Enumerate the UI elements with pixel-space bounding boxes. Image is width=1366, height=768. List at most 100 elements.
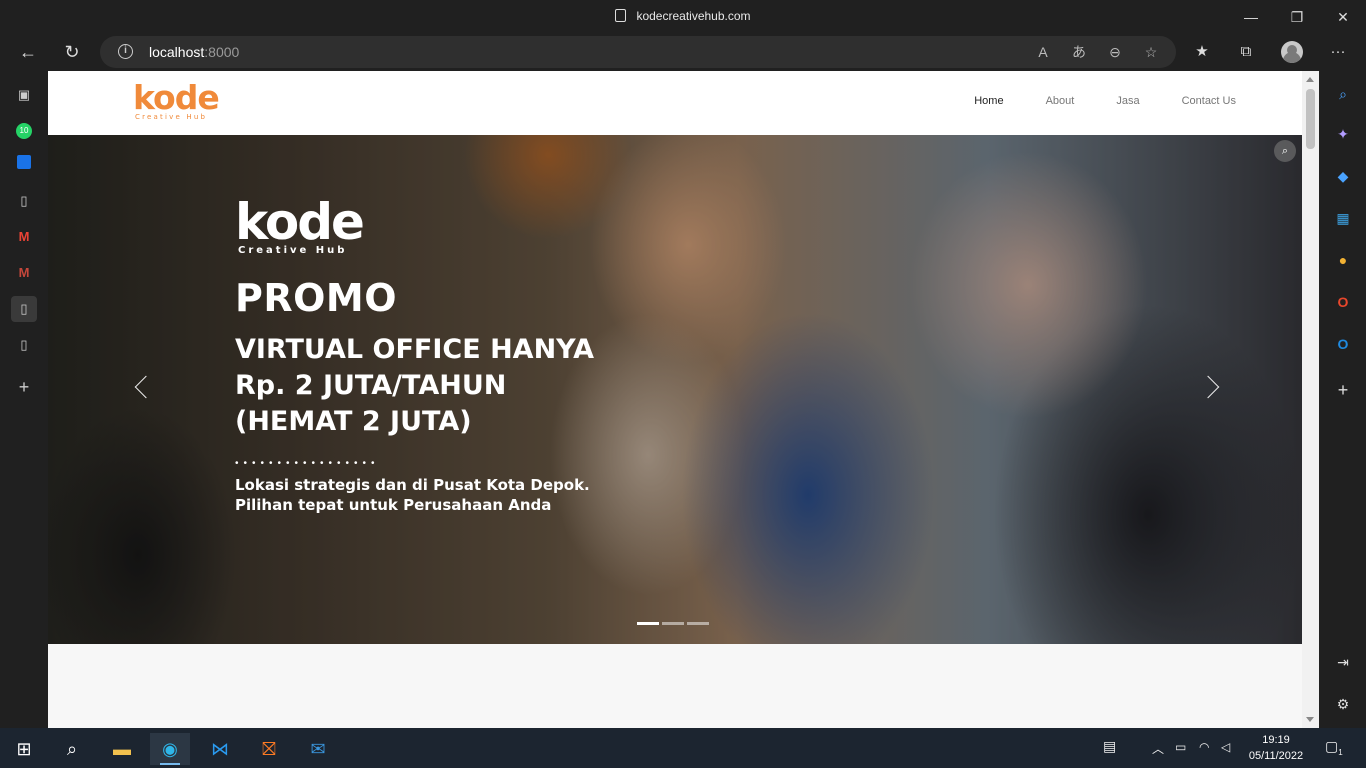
translate-icon[interactable]: あ — [1068, 42, 1090, 62]
nav-contact[interactable]: Contact Us — [1182, 95, 1236, 107]
maximize-button[interactable]: ❐ — [1274, 6, 1320, 28]
carousel-indicator-1[interactable] — [637, 622, 659, 625]
news-widget-icon[interactable]: ▤ — [1103, 738, 1116, 755]
add-sidebar-app-icon[interactable]: + — [1331, 378, 1355, 402]
search-icon[interactable]: ⌕ — [1331, 82, 1355, 106]
nav-home[interactable]: Home — [974, 95, 1003, 107]
vertical-tabs-bar: ▣ 10 ▯ M M ▯ ▯ + — [0, 70, 47, 728]
scroll-thumb[interactable] — [1306, 89, 1315, 149]
back-button[interactable]: ← — [14, 39, 42, 65]
office-icon[interactable]: O — [1331, 290, 1355, 314]
hero-carousel: ⌕ kode Creative Hub PROMO VIRTUAL OFFICE… — [48, 135, 1302, 644]
carousel-prev-icon[interactable] — [134, 375, 158, 399]
refresh-button[interactable]: ↻ — [58, 39, 86, 65]
tab-actions-icon[interactable]: ▣ — [11, 82, 37, 108]
system-clock[interactable]: 19:19 05/11/2022 — [1244, 732, 1308, 764]
promo-heading: PROMO — [235, 276, 398, 320]
tab-whatsapp[interactable]: 10 — [11, 116, 37, 142]
window-title: kodecreativehub.com — [0, 9, 1366, 23]
tab-current[interactable]: ▯ — [11, 296, 37, 322]
profile-avatar[interactable] — [1281, 41, 1303, 63]
logo-subtitle: Creative Hub — [135, 113, 208, 121]
volume-icon[interactable]: ◁ — [1221, 740, 1230, 754]
games-icon[interactable]: ● — [1331, 248, 1355, 272]
edge-sidebar: ⌕ ✦ ◆ ▦ ● O O + ⇥ ⚙ — [1319, 70, 1366, 728]
show-hidden-icons-icon[interactable]: ︿ — [1152, 740, 1164, 757]
hero-logo-word: kode — [235, 193, 365, 251]
xampp-icon[interactable]: ⛝ — [249, 733, 289, 765]
tab-page-2[interactable]: ▯ — [11, 332, 37, 358]
visual-search-icon[interactable]: ⌕ — [1274, 140, 1296, 162]
wifi-icon[interactable]: ◠ — [1199, 740, 1209, 754]
next-section — [48, 644, 1302, 728]
clock-time: 19:19 — [1262, 734, 1290, 746]
file-explorer-icon[interactable]: ▬ — [102, 733, 142, 765]
tab-gmail[interactable]: M — [11, 224, 37, 250]
promo-description: Lokasi strategis dan di Pusat Kota Depok… — [235, 476, 590, 514]
collections-icon[interactable]: ⧉ — [1232, 38, 1260, 66]
battery-icon[interactable]: ▭ — [1175, 740, 1186, 754]
hero-caption: kode Creative Hub PROMO VIRTUAL OFFICE H… — [235, 197, 594, 515]
notification-count: 1 — [1338, 747, 1343, 757]
tools-icon[interactable]: ▦ — [1331, 206, 1355, 230]
carousel-indicators — [637, 622, 709, 625]
favorites-icon[interactable]: ★ — [1188, 38, 1216, 66]
site-info-icon[interactable]: i — [118, 44, 133, 59]
web-page: kode Creative Hub Home About Jasa Contac… — [48, 71, 1319, 728]
scroll-up-icon[interactable] — [1306, 77, 1314, 82]
mail-icon[interactable]: ✉ — [298, 733, 338, 765]
promo-headline: VIRTUAL OFFICE HANYA Rp. 2 JUTA/TAHUN (H… — [235, 334, 595, 437]
document-icon — [615, 9, 627, 22]
tab-app[interactable] — [11, 152, 37, 178]
hide-sidebar-icon[interactable]: ⇥ — [1331, 650, 1355, 674]
taskbar-search-icon[interactable]: ⌕ — [52, 733, 92, 765]
page-icon: ▯ — [20, 193, 28, 208]
windows-start-icon[interactable]: ⊞ — [4, 733, 44, 765]
carousel-next-icon[interactable] — [1196, 375, 1220, 399]
url-field[interactable]: i localhost:8000 A あ ⊖ ☆ — [100, 36, 1176, 68]
gmail-icon: M — [18, 229, 30, 244]
settings-gear-icon[interactable]: ⚙ — [1331, 692, 1355, 716]
nav-about[interactable]: About — [1046, 95, 1075, 107]
tab-gmail-2[interactable]: M — [11, 260, 37, 286]
hero-logo: kode Creative Hub — [235, 197, 594, 256]
url-text[interactable]: localhost:8000 — [149, 44, 239, 60]
nav-jasa[interactable]: Jasa — [1116, 95, 1139, 107]
url-host: localhost — [149, 44, 205, 60]
minimize-button[interactable]: — — [1228, 6, 1274, 28]
logo-word: kode — [133, 78, 220, 117]
page-icon: ▯ — [20, 337, 28, 352]
vscode-icon[interactable]: ⋈ — [200, 733, 240, 765]
site-logo[interactable]: kode Creative Hub — [133, 78, 220, 122]
tab-page[interactable]: ▯ — [11, 188, 37, 214]
site-navbar: kode Creative Hub Home About Jasa Contac… — [48, 71, 1302, 135]
clock-date: 05/11/2022 — [1248, 750, 1304, 762]
url-port: :8000 — [204, 44, 240, 60]
gmail-icon: M — [18, 265, 30, 280]
app-icon — [17, 155, 31, 169]
scroll-down-icon[interactable] — [1306, 717, 1314, 722]
hero-logo-subtitle: Creative Hub — [238, 245, 348, 256]
new-tab-button[interactable]: + — [11, 374, 37, 400]
page-icon: ▯ — [20, 301, 28, 316]
add-favorite-icon[interactable]: ☆ — [1140, 42, 1162, 62]
site-menu: Home About Jasa Contact Us — [974, 95, 1236, 107]
dot-divider: ••••••••••••••••• — [235, 458, 380, 469]
title-bar: kodecreativehub.com — ❐ ✕ — [0, 0, 1366, 34]
more-menu-icon[interactable]: ··· — [1324, 38, 1352, 66]
page-scrollbar[interactable] — [1302, 71, 1319, 728]
address-bar: ← ↻ i localhost:8000 A あ ⊖ ☆ ★ ⧉ ··· — [0, 34, 1366, 70]
outlook-icon[interactable]: O — [1331, 332, 1355, 356]
whatsapp-icon: 10 — [16, 123, 32, 139]
zoom-icon[interactable]: ⊖ — [1104, 42, 1126, 62]
window-title-text: kodecreativehub.com — [636, 9, 751, 23]
notifications-icon[interactable]: ▢1 — [1325, 738, 1343, 757]
carousel-indicator-3[interactable] — [687, 622, 709, 625]
edge-browser-icon[interactable]: ◉ — [150, 733, 190, 765]
carousel-indicator-2[interactable] — [662, 622, 684, 625]
shopping-icon[interactable]: ◆ — [1331, 164, 1355, 188]
close-button[interactable]: ✕ — [1320, 6, 1366, 28]
discover-icon[interactable]: ✦ — [1331, 122, 1355, 146]
windows-taskbar: ⊞ ⌕ ▬ ◉ ⋈ ⛝ ✉ ▤ ︿ ▭ ◠ ◁ 19:19 05/11/2022… — [0, 728, 1366, 768]
read-aloud-icon[interactable]: A — [1032, 42, 1054, 62]
